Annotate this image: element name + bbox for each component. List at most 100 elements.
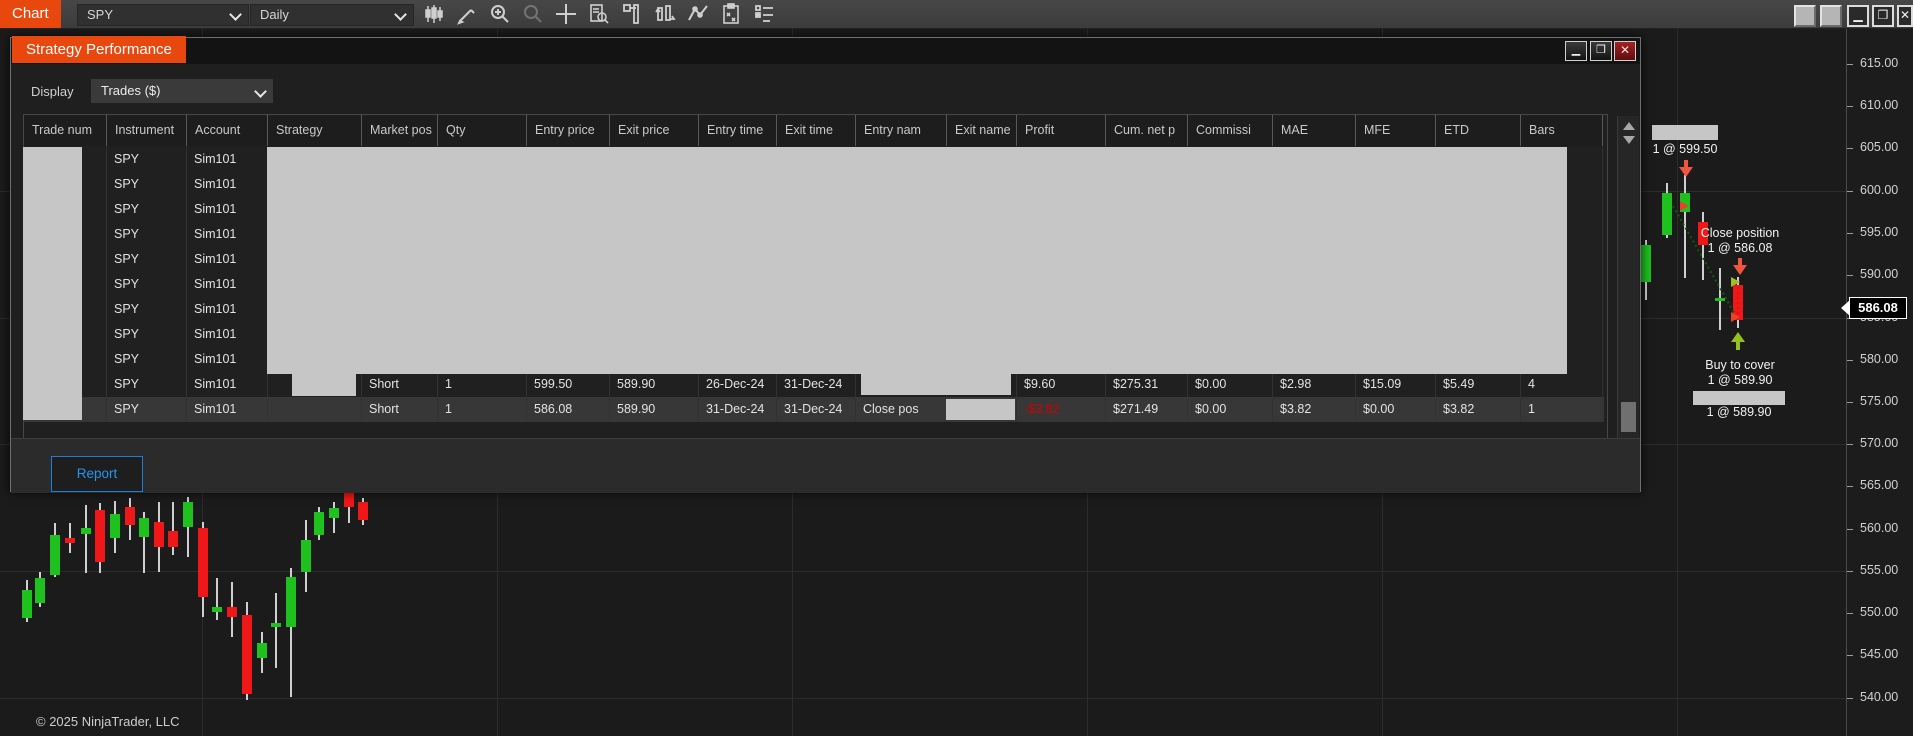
axis-tick-label: 615.00 xyxy=(1860,56,1899,70)
table-cell xyxy=(268,397,362,422)
window-minimize-button[interactable]: ▁ xyxy=(1847,5,1869,27)
indicators-icon[interactable] xyxy=(686,2,710,26)
execution-marker-icon xyxy=(1680,201,1689,211)
table-cell: $9.60 xyxy=(1017,372,1106,397)
axis-tick-mark xyxy=(1847,655,1853,656)
strategies-icon[interactable] xyxy=(719,2,743,26)
scroll-down-icon[interactable] xyxy=(1623,136,1635,144)
window-close-button[interactable]: ✕ xyxy=(1897,5,1913,27)
table-row[interactable]: SPY Sim101 Short 1 599.50 589.90 26-Dec-24 31-D… xyxy=(24,372,1604,397)
interval-select-value: Daily xyxy=(260,7,289,22)
axis-tick-label: 595.00 xyxy=(1860,225,1899,239)
table-cell: 586.08 xyxy=(527,397,610,422)
table-row[interactable]: SPY Sim101 Short 1 586.08 589.90 31-Dec-24 31-D… xyxy=(24,397,1604,422)
candle-wick xyxy=(1684,175,1686,278)
zoom-in-icon[interactable] xyxy=(488,2,512,26)
candle-body xyxy=(271,623,281,627)
sp-maximize-button[interactable]: ❒ xyxy=(1590,41,1612,61)
table-cell: Sim101 xyxy=(187,347,268,372)
table-cell: 1 xyxy=(438,397,527,422)
table-cell: 31-Dec-24 xyxy=(777,372,856,397)
chart-trader-icon[interactable] xyxy=(653,2,677,26)
strategy-performance-title: Strategy Performance xyxy=(12,36,186,63)
candle-body xyxy=(242,615,252,694)
column-header[interactable]: MAE xyxy=(1273,115,1356,146)
strategy-performance-titlebar[interactable]: Strategy Performance ▁ ❒ ✕ xyxy=(11,36,1640,64)
column-header[interactable]: Exit name xyxy=(947,115,1017,146)
column-header[interactable]: Exit time xyxy=(777,115,856,146)
column-header[interactable]: Entry nam xyxy=(856,115,947,146)
table-cell: 4 xyxy=(1521,372,1603,397)
axis-tick-label: 570.00 xyxy=(1860,436,1899,450)
maximize-icon: ❒ xyxy=(1877,8,1889,22)
instrument-select[interactable]: SPY xyxy=(77,4,249,26)
tab-chart[interactable]: Chart xyxy=(0,0,61,28)
column-header[interactable]: Entry time xyxy=(699,115,777,146)
redaction-block xyxy=(946,399,1015,420)
scrollbar-thumb[interactable] xyxy=(1621,402,1636,432)
column-header[interactable]: Instrument xyxy=(107,115,187,146)
chevron-down-icon xyxy=(394,8,407,21)
axis-tick-label: 575.00 xyxy=(1860,394,1899,408)
sp-minimize-button[interactable]: ▁ xyxy=(1565,41,1587,61)
table-vertical-scrollbar[interactable] xyxy=(1617,116,1639,440)
trade-annotation-label: 1 @ 589.90 xyxy=(1706,405,1772,419)
price-axis[interactable] xyxy=(1846,28,1913,736)
tab-report[interactable]: Report xyxy=(51,456,143,492)
crosshair-icon[interactable] xyxy=(554,2,578,26)
trade-annotation-label: 1 @ 586.08 xyxy=(1707,241,1773,255)
candle-body xyxy=(168,531,178,547)
properties-list-icon[interactable] xyxy=(752,2,776,26)
scroll-up-icon[interactable] xyxy=(1623,122,1635,130)
column-header[interactable]: Entry price xyxy=(527,115,610,146)
close-icon: ✕ xyxy=(1899,8,1911,22)
sp-close-button[interactable]: ✕ xyxy=(1614,41,1636,61)
panel-layout-icon[interactable] xyxy=(620,2,644,26)
column-header[interactable]: ETD xyxy=(1436,115,1521,146)
column-header[interactable]: Exit price xyxy=(610,115,699,146)
candle-body xyxy=(125,507,135,525)
minimize-icon: ▁ xyxy=(1853,8,1863,22)
column-header[interactable]: Qty xyxy=(438,115,527,146)
axis-tick-label: 565.00 xyxy=(1860,478,1899,492)
table-cell: SPY xyxy=(107,372,187,397)
column-header[interactable]: Trade num xyxy=(24,115,107,146)
column-header[interactable]: Commissi xyxy=(1188,115,1273,146)
trade-annotation-label: 1 @ 599.50 xyxy=(1652,142,1718,156)
sell-arrow-icon xyxy=(1679,160,1693,177)
table-cell: $275.31 xyxy=(1106,372,1188,397)
column-header[interactable]: Strategy xyxy=(268,115,362,146)
redaction-block xyxy=(267,147,1567,374)
axis-tick-mark xyxy=(1847,444,1853,445)
table-cell: $271.49 xyxy=(1106,397,1188,422)
candle-body xyxy=(154,522,164,547)
table-cell: $5.49 xyxy=(1436,372,1521,397)
table-cell: Close pos xyxy=(856,397,947,422)
candle-wick xyxy=(216,578,218,620)
column-header[interactable]: Bars xyxy=(1521,115,1603,146)
column-header[interactable]: Cum. net p xyxy=(1106,115,1188,146)
candle-body xyxy=(1641,245,1651,282)
close-icon: ✕ xyxy=(1619,43,1631,57)
table-cell: $3.82 xyxy=(1273,397,1356,422)
column-header[interactable]: Market pos xyxy=(362,115,438,146)
axis-tick-label: 610.00 xyxy=(1860,98,1899,112)
column-header[interactable]: Profit xyxy=(1017,115,1106,146)
arrow-head xyxy=(1731,332,1745,342)
chart-style-icon[interactable] xyxy=(422,2,446,26)
interval-select[interactable]: Daily xyxy=(250,4,414,26)
table-cell: SPY xyxy=(107,347,187,372)
redaction-block xyxy=(861,374,1011,395)
table-cell: SPY xyxy=(107,322,187,347)
column-header[interactable]: MFE xyxy=(1356,115,1436,146)
toolbar-extra-button-2[interactable] xyxy=(1820,5,1842,27)
data-series-icon[interactable] xyxy=(587,2,611,26)
display-select[interactable]: Trades ($) xyxy=(91,79,273,103)
drawing-tools-icon[interactable] xyxy=(455,2,479,26)
column-header[interactable]: Account xyxy=(187,115,268,146)
table-cell: 1 xyxy=(438,372,527,397)
window-maximize-button[interactable]: ❒ xyxy=(1872,5,1894,27)
toolbar-extra-button-1[interactable] xyxy=(1794,5,1816,27)
table-cell: Sim101 xyxy=(187,322,268,347)
table-cell: Sim101 xyxy=(187,372,268,397)
